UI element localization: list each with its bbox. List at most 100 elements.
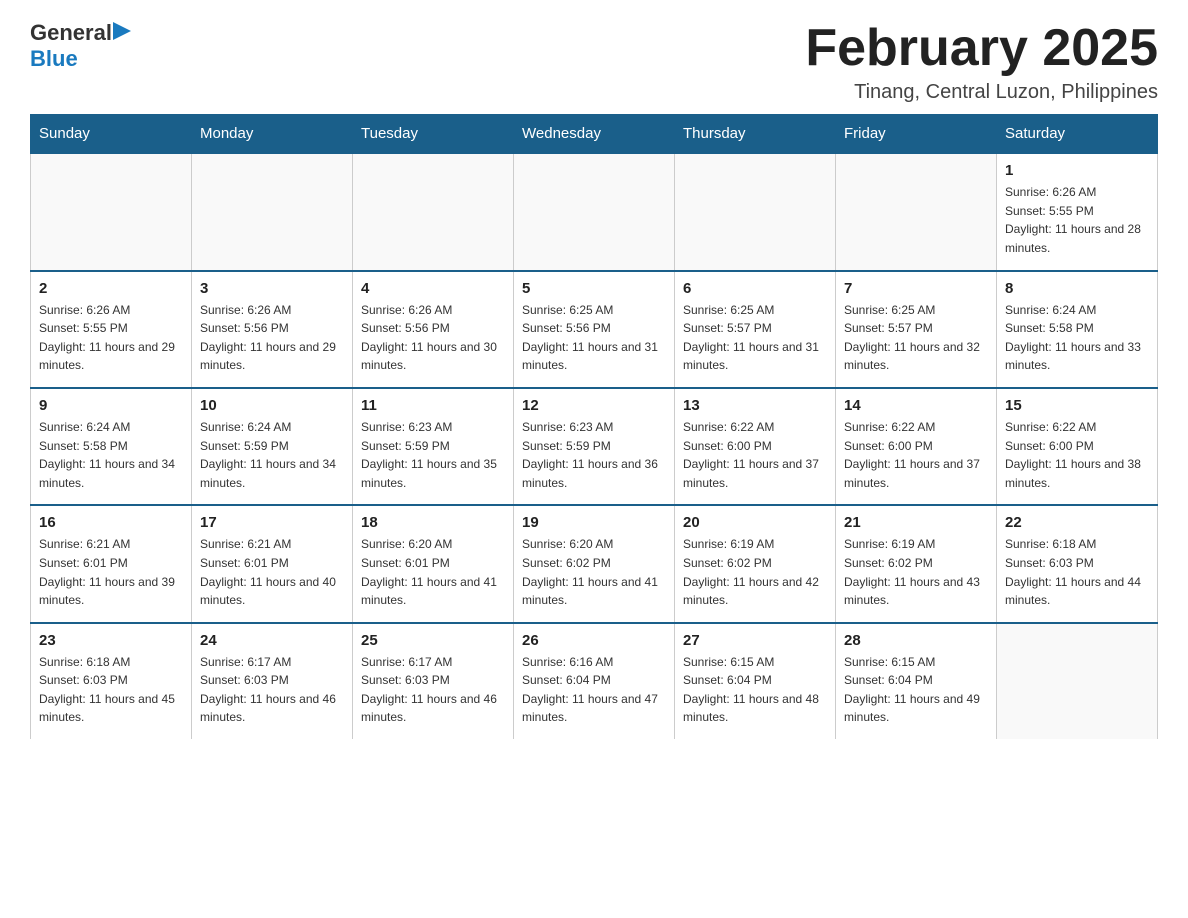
day-number: 18	[361, 514, 505, 531]
calendar-cell: 5 Sunrise: 6:25 AMSunset: 5:56 PMDaylight…	[514, 271, 675, 388]
calendar-cell: 26 Sunrise: 6:16 AMSunset: 6:04 PMDayligh…	[514, 623, 675, 739]
month-title: February 2025	[805, 20, 1158, 77]
day-info: Sunrise: 6:23 AMSunset: 5:59 PMDaylight:…	[361, 418, 505, 492]
day-info: Sunrise: 6:24 AMSunset: 5:59 PMDaylight:…	[200, 418, 344, 492]
calendar-cell	[31, 153, 192, 270]
calendar-cell: 25 Sunrise: 6:17 AMSunset: 6:03 PMDayligh…	[353, 623, 514, 739]
day-number: 6	[683, 280, 827, 297]
location-text: Tinang, Central Luzon, Philippines	[805, 81, 1158, 104]
calendar-cell: 9 Sunrise: 6:24 AMSunset: 5:58 PMDaylight…	[31, 388, 192, 505]
calendar-cell: 22 Sunrise: 6:18 AMSunset: 6:03 PMDayligh…	[997, 505, 1158, 622]
day-info: Sunrise: 6:22 AMSunset: 6:00 PMDaylight:…	[683, 418, 827, 492]
day-number: 26	[522, 632, 666, 649]
calendar-cell: 4 Sunrise: 6:26 AMSunset: 5:56 PMDaylight…	[353, 271, 514, 388]
day-number: 17	[200, 514, 344, 531]
day-number: 10	[200, 397, 344, 414]
calendar-cell: 27 Sunrise: 6:15 AMSunset: 6:04 PMDayligh…	[675, 623, 836, 739]
day-number: 9	[39, 397, 183, 414]
day-number: 14	[844, 397, 988, 414]
day-info: Sunrise: 6:17 AMSunset: 6:03 PMDaylight:…	[200, 653, 344, 727]
calendar-cell: 19 Sunrise: 6:20 AMSunset: 6:02 PMDayligh…	[514, 505, 675, 622]
day-of-week-header: Tuesday	[353, 115, 514, 154]
day-info: Sunrise: 6:19 AMSunset: 6:02 PMDaylight:…	[683, 535, 827, 609]
day-of-week-header: Monday	[192, 115, 353, 154]
logo-arrow-icon	[113, 22, 131, 40]
calendar-cell	[353, 153, 514, 270]
calendar-week-row: 9 Sunrise: 6:24 AMSunset: 5:58 PMDaylight…	[31, 388, 1158, 505]
calendar-cell: 10 Sunrise: 6:24 AMSunset: 5:59 PMDayligh…	[192, 388, 353, 505]
day-number: 16	[39, 514, 183, 531]
day-number: 11	[361, 397, 505, 414]
calendar-cell: 8Sunrise: 6:24 AMSunset: 5:58 PMDaylight…	[997, 271, 1158, 388]
calendar-cell: 1 Sunrise: 6:26 AMSunset: 5:55 PMDaylight…	[997, 153, 1158, 270]
day-of-week-header: Sunday	[31, 115, 192, 154]
day-number: 21	[844, 514, 988, 531]
day-info: Sunrise: 6:25 AMSunset: 5:57 PMDaylight:…	[683, 301, 827, 375]
calendar-table: SundayMondayTuesdayWednesdayThursdayFrid…	[30, 114, 1158, 739]
day-of-week-header: Friday	[836, 115, 997, 154]
day-info: Sunrise: 6:26 AMSunset: 5:55 PMDaylight:…	[1005, 183, 1149, 257]
calendar-cell: 21 Sunrise: 6:19 AMSunset: 6:02 PMDayligh…	[836, 505, 997, 622]
day-number: 7	[844, 280, 988, 297]
day-info: Sunrise: 6:22 AMSunset: 6:00 PMDaylight:…	[844, 418, 988, 492]
day-number: 8	[1005, 280, 1149, 297]
calendar-cell	[192, 153, 353, 270]
calendar-cell: 11 Sunrise: 6:23 AMSunset: 5:59 PMDayligh…	[353, 388, 514, 505]
day-of-week-header: Saturday	[997, 115, 1158, 154]
day-info: Sunrise: 6:25 AMSunset: 5:56 PMDaylight:…	[522, 301, 666, 375]
calendar-week-row: 2 Sunrise: 6:26 AMSunset: 5:55 PMDaylight…	[31, 271, 1158, 388]
calendar-cell: 14 Sunrise: 6:22 AMSunset: 6:00 PMDayligh…	[836, 388, 997, 505]
calendar-cell: 12Sunrise: 6:23 AMSunset: 5:59 PMDayligh…	[514, 388, 675, 505]
logo-general-text: General	[30, 20, 112, 46]
day-number: 23	[39, 632, 183, 649]
calendar-cell	[836, 153, 997, 270]
calendar-cell: 3 Sunrise: 6:26 AMSunset: 5:56 PMDaylight…	[192, 271, 353, 388]
day-number: 13	[683, 397, 827, 414]
day-info: Sunrise: 6:26 AMSunset: 5:56 PMDaylight:…	[200, 301, 344, 375]
day-info: Sunrise: 6:20 AMSunset: 6:02 PMDaylight:…	[522, 535, 666, 609]
day-info: Sunrise: 6:18 AMSunset: 6:03 PMDaylight:…	[39, 653, 183, 727]
calendar-week-row: 1 Sunrise: 6:26 AMSunset: 5:55 PMDaylight…	[31, 153, 1158, 270]
day-info: Sunrise: 6:16 AMSunset: 6:04 PMDaylight:…	[522, 653, 666, 727]
calendar-cell: 17Sunrise: 6:21 AMSunset: 6:01 PMDayligh…	[192, 505, 353, 622]
calendar-cell: 15 Sunrise: 6:22 AMSunset: 6:00 PMDayligh…	[997, 388, 1158, 505]
calendar-cell	[675, 153, 836, 270]
day-number: 25	[361, 632, 505, 649]
day-info: Sunrise: 6:26 AMSunset: 5:56 PMDaylight:…	[361, 301, 505, 375]
calendar-cell	[997, 623, 1158, 739]
day-number: 2	[39, 280, 183, 297]
day-number: 1	[1005, 162, 1149, 179]
day-of-week-header: Thursday	[675, 115, 836, 154]
day-number: 27	[683, 632, 827, 649]
day-number: 22	[1005, 514, 1149, 531]
day-of-week-header: Wednesday	[514, 115, 675, 154]
day-info: Sunrise: 6:18 AMSunset: 6:03 PMDaylight:…	[1005, 535, 1149, 609]
day-info: Sunrise: 6:26 AMSunset: 5:55 PMDaylight:…	[39, 301, 183, 375]
day-info: Sunrise: 6:24 AMSunset: 5:58 PMDaylight:…	[39, 418, 183, 492]
logo: General Blue	[30, 20, 131, 72]
calendar-cell	[514, 153, 675, 270]
day-number: 15	[1005, 397, 1149, 414]
day-info: Sunrise: 6:19 AMSunset: 6:02 PMDaylight:…	[844, 535, 988, 609]
day-number: 19	[522, 514, 666, 531]
day-number: 4	[361, 280, 505, 297]
day-number: 3	[200, 280, 344, 297]
calendar-cell: 23 Sunrise: 6:18 AMSunset: 6:03 PMDayligh…	[31, 623, 192, 739]
calendar-cell: 6 Sunrise: 6:25 AMSunset: 5:57 PMDaylight…	[675, 271, 836, 388]
day-info: Sunrise: 6:17 AMSunset: 6:03 PMDaylight:…	[361, 653, 505, 727]
calendar-week-row: 16 Sunrise: 6:21 AMSunset: 6:01 PMDayligh…	[31, 505, 1158, 622]
day-info: Sunrise: 6:15 AMSunset: 6:04 PMDaylight:…	[683, 653, 827, 727]
day-info: Sunrise: 6:15 AMSunset: 6:04 PMDaylight:…	[844, 653, 988, 727]
calendar-cell: 28 Sunrise: 6:15 AMSunset: 6:04 PMDayligh…	[836, 623, 997, 739]
day-info: Sunrise: 6:21 AMSunset: 6:01 PMDaylight:…	[39, 535, 183, 609]
day-info: Sunrise: 6:25 AMSunset: 5:57 PMDaylight:…	[844, 301, 988, 375]
calendar-week-row: 23 Sunrise: 6:18 AMSunset: 6:03 PMDayligh…	[31, 623, 1158, 739]
calendar-cell: 18Sunrise: 6:20 AMSunset: 6:01 PMDayligh…	[353, 505, 514, 622]
day-number: 12	[522, 397, 666, 414]
calendar-header-row: SundayMondayTuesdayWednesdayThursdayFrid…	[31, 115, 1158, 154]
calendar-cell: 24Sunrise: 6:17 AMSunset: 6:03 PMDayligh…	[192, 623, 353, 739]
day-number: 20	[683, 514, 827, 531]
day-number: 5	[522, 280, 666, 297]
day-number: 28	[844, 632, 988, 649]
day-info: Sunrise: 6:22 AMSunset: 6:00 PMDaylight:…	[1005, 418, 1149, 492]
